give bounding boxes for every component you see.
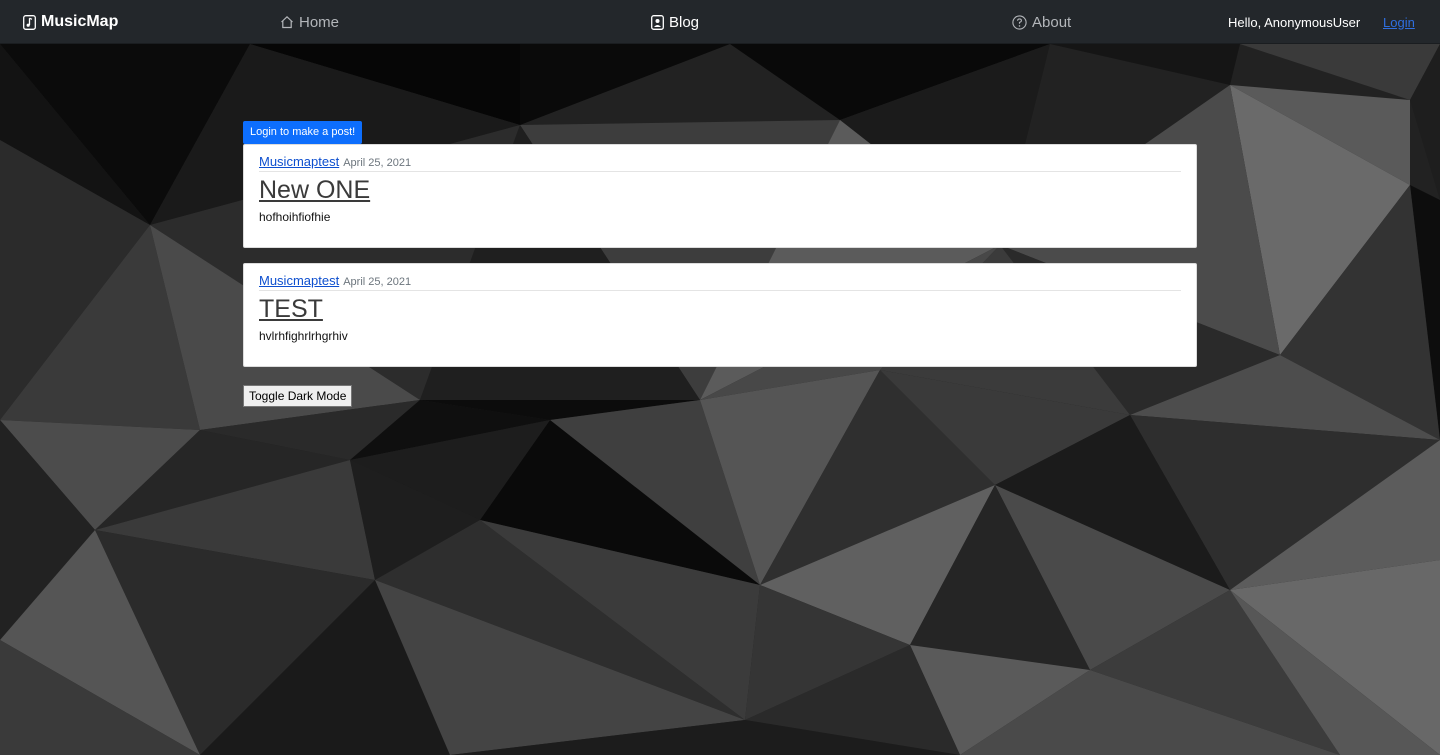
top-navbar: MusicMap Home Blog About Hello, Anonymou… xyxy=(0,0,1440,44)
post-card: Musicmaptest April 25, 2021 TEST hvlrhfi… xyxy=(243,263,1197,367)
post-body: hofhoihfiofhie xyxy=(259,210,331,224)
nav-about[interactable]: About xyxy=(1012,0,1071,44)
nav-about-label: About xyxy=(1032,13,1072,31)
home-icon xyxy=(280,15,294,29)
music-note-icon xyxy=(23,14,36,30)
nav-home[interactable]: Home xyxy=(280,0,339,44)
post-title-link[interactable]: TEST xyxy=(259,294,323,324)
blog-content: Login to make a post! Musicmaptest April… xyxy=(243,121,1197,367)
blog-icon xyxy=(651,14,664,30)
post-title-link[interactable]: New ONE xyxy=(259,175,370,205)
post-date: April 25, 2021 xyxy=(343,157,412,169)
post-author-link[interactable]: Musicmaptest xyxy=(259,273,339,288)
brand-label: MusicMap xyxy=(41,13,119,30)
post-date: April 25, 2021 xyxy=(343,276,412,288)
nav-blog[interactable]: Blog xyxy=(651,0,699,44)
nav-home-label: Home xyxy=(299,13,340,31)
user-greeting: Hello, AnonymousUser xyxy=(1228,14,1361,30)
brand-link[interactable]: MusicMap xyxy=(23,0,118,44)
low-poly-background xyxy=(0,0,1440,755)
help-circle-icon xyxy=(1012,14,1027,30)
toggle-dark-mode-button[interactable]: Toggle Dark Mode xyxy=(243,385,353,407)
login-link[interactable]: Login xyxy=(1383,0,1415,44)
nav-blog-label: Blog xyxy=(669,13,700,31)
post-body: hvlrhfighrlrhgrhiv xyxy=(259,329,348,343)
post-author-link[interactable]: Musicmaptest xyxy=(259,154,339,169)
post-meta: Musicmaptest April 25, 2021 xyxy=(259,154,1181,172)
post-card: Musicmaptest April 25, 2021 New ONE hofh… xyxy=(243,144,1197,248)
post-meta: Musicmaptest April 25, 2021 xyxy=(259,273,1181,291)
login-to-post-button[interactable]: Login to make a post! xyxy=(243,121,363,144)
